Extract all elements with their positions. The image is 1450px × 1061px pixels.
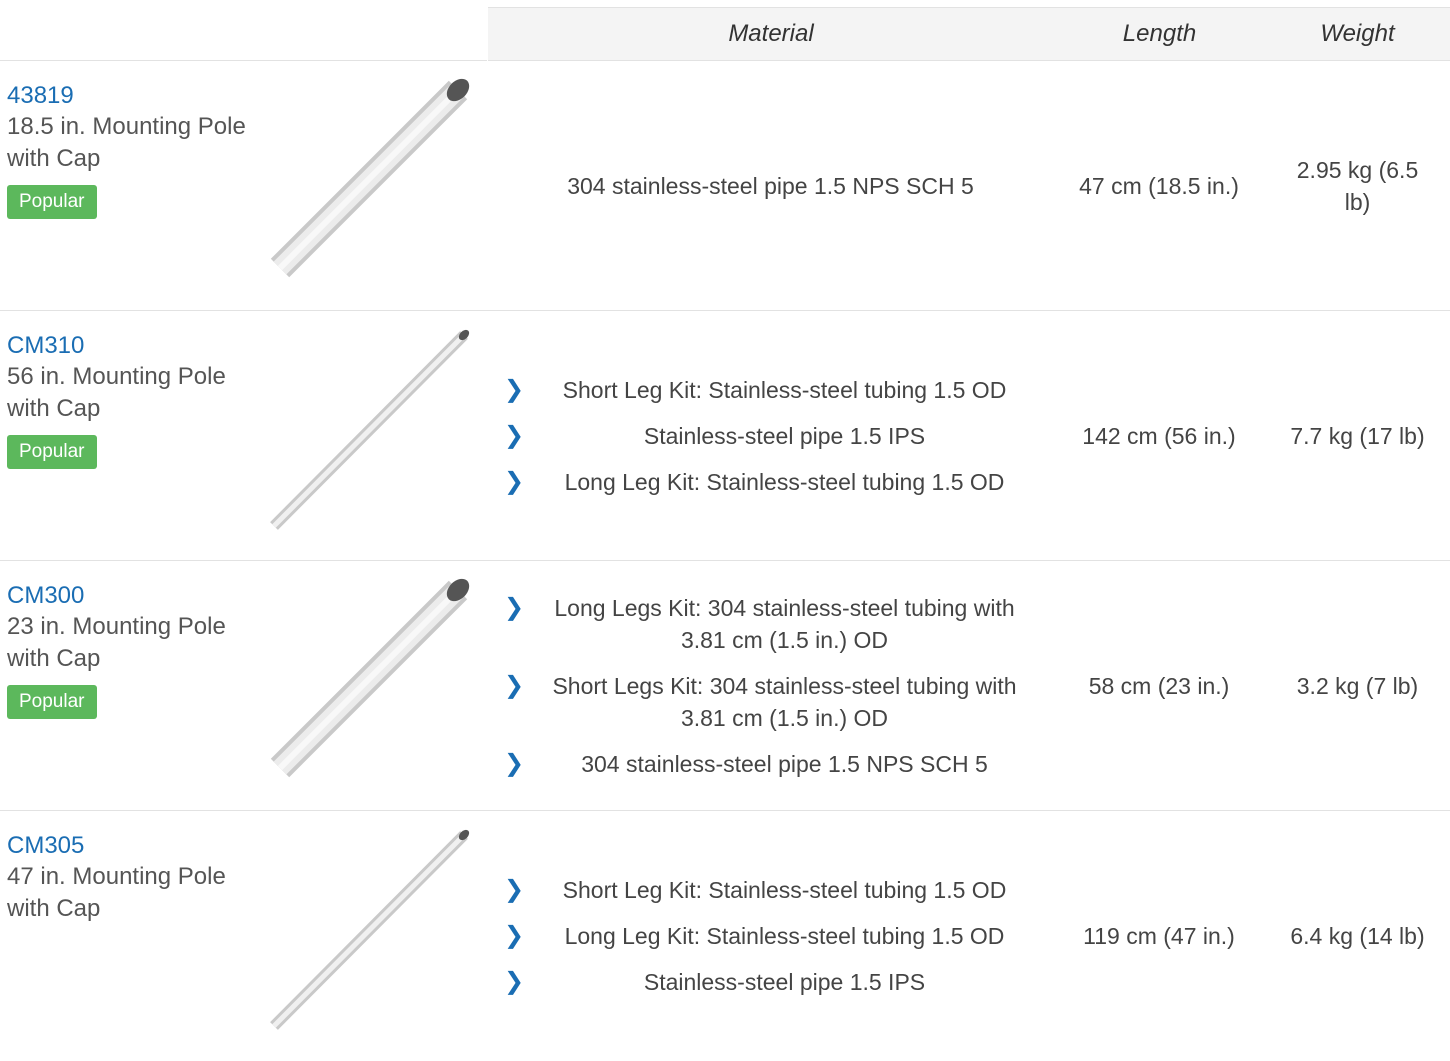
- popular-badge: Popular: [7, 185, 97, 219]
- material-text: Long Leg Kit: Stainless-steel tubing 1.5…: [564, 923, 1005, 949]
- product-title: 23 in. Mounting Pole with Cap: [7, 613, 226, 672]
- material-item: ❯ Long Legs Kit: 304 stainless-steel tub…: [488, 592, 1053, 656]
- product-title: 47 in. Mounting Pole with Cap: [7, 863, 226, 922]
- material-text: Long Leg Kit: Stainless-steel tubing 1.5…: [564, 469, 1005, 495]
- length-cell: 58 cm (23 in.): [1088, 672, 1230, 699]
- column-header-material-label: Material: [728, 20, 814, 47]
- material-item: ❯ Short Leg Kit: Stainless-steel tubing …: [488, 874, 1053, 906]
- product-title: 56 in. Mounting Pole with Cap: [7, 363, 226, 422]
- weight-cell: 3.2 kg (7 lb): [1296, 673, 1419, 699]
- material-item: ❯ Long Leg Kit: Stainless-steel tubing 1…: [488, 466, 1053, 498]
- material-cell: ❯ Long Legs Kit: 304 stainless-steel tub…: [488, 561, 1053, 811]
- weight-cell: 7.7 kg (17 lb): [1290, 423, 1425, 449]
- chevron-right-icon: ❯: [503, 468, 525, 495]
- material-cell: ❯ Short Leg Kit: Stainless-steel tubing …: [488, 811, 1053, 1061]
- column-header-length-label: Length: [1122, 20, 1197, 47]
- column-header-weight-label: Weight: [1320, 20, 1395, 47]
- material-item: ❯ Stainless-steel pipe 1.5 IPS: [488, 966, 1053, 998]
- product-info: CM305 47 in. Mounting Pole with Cap: [7, 831, 267, 925]
- weight-cell: 6.4 kg (14 lb): [1290, 923, 1425, 949]
- popular-badge: Popular: [7, 685, 97, 719]
- material-text: Stainless-steel pipe 1.5 IPS: [643, 423, 926, 449]
- table-row: CM300 23 in. Mounting Pole with Cap Popu…: [0, 561, 1450, 811]
- product-code-link[interactable]: CM305: [7, 831, 267, 861]
- mounting-pole-image[interactable]: [262, 823, 477, 1033]
- weight-cell: 2.95 kg (6.5 lb): [1296, 157, 1419, 215]
- table-row: CM310 56 in. Mounting Pole with Cap Popu…: [0, 311, 1450, 561]
- length-cell: 119 cm (47 in.): [1083, 922, 1235, 949]
- column-header-material: Material: [488, 7, 1054, 61]
- material-text: 304 stainless-steel pipe 1.5 NPS SCH 5: [581, 751, 988, 777]
- chevron-right-icon: ❯: [503, 422, 525, 449]
- product-code-link[interactable]: 43819: [7, 81, 267, 111]
- material-text: Short Leg Kit: Stainless-steel tubing 1.…: [562, 877, 1007, 903]
- material-text: Long Legs Kit: 304 stainless-steel tubin…: [554, 595, 1015, 653]
- material-item: ❯ 304 stainless-steel pipe 1.5 NPS SCH 5: [488, 748, 1053, 780]
- material-cell: ❯ Short Leg Kit: Stainless-steel tubing …: [488, 311, 1053, 561]
- product-code-link[interactable]: CM300: [7, 581, 267, 611]
- table-row: CM305 47 in. Mounting Pole with Cap ❯ Sh…: [0, 811, 1450, 1061]
- chevron-right-icon: ❯: [503, 594, 525, 621]
- mounting-pole-image[interactable]: [262, 73, 477, 283]
- chevron-right-icon: ❯: [503, 922, 525, 949]
- material-text: Short Leg Kit: Stainless-steel tubing 1.…: [562, 377, 1007, 403]
- chevron-right-icon: ❯: [503, 876, 525, 903]
- popular-badge: Popular: [7, 435, 97, 469]
- chevron-right-icon: ❯: [503, 750, 525, 777]
- table-row: 43819 18.5 in. Mounting Pole with Cap Po…: [0, 61, 1450, 311]
- material-item: ❯ Long Leg Kit: Stainless-steel tubing 1…: [488, 920, 1053, 952]
- material-text: 304 stainless-steel pipe 1.5 NPS SCH 5: [567, 172, 974, 199]
- product-info: 43819 18.5 in. Mounting Pole with Cap Po…: [7, 81, 267, 219]
- material-text: Short Legs Kit: 304 stainless-steel tubi…: [552, 673, 1017, 731]
- product-info: CM300 23 in. Mounting Pole with Cap Popu…: [7, 581, 267, 719]
- column-header-length: Length: [1054, 7, 1265, 61]
- material-item: ❯ Short Legs Kit: 304 stainless-steel tu…: [488, 670, 1053, 734]
- material-cell: 304 stainless-steel pipe 1.5 NPS SCH 5: [488, 61, 1053, 311]
- material-item: ❯ Short Leg Kit: Stainless-steel tubing …: [488, 374, 1053, 406]
- product-code-link[interactable]: CM310: [7, 331, 267, 361]
- chevron-right-icon: ❯: [503, 968, 525, 995]
- material-text: Stainless-steel pipe 1.5 IPS: [643, 969, 926, 995]
- length-cell: 142 cm (56 in.): [1082, 422, 1236, 449]
- mounting-pole-image[interactable]: [262, 573, 477, 783]
- length-cell: 47 cm (18.5 in.): [1079, 172, 1239, 199]
- mounting-pole-image[interactable]: [262, 323, 477, 533]
- product-title: 18.5 in. Mounting Pole with Cap: [7, 113, 246, 172]
- product-info: CM310 56 in. Mounting Pole with Cap Popu…: [7, 331, 267, 469]
- column-header-weight: Weight: [1265, 7, 1450, 61]
- material-item: ❯ Stainless-steel pipe 1.5 IPS: [488, 420, 1053, 452]
- chevron-right-icon: ❯: [503, 672, 525, 699]
- chevron-right-icon: ❯: [503, 376, 525, 403]
